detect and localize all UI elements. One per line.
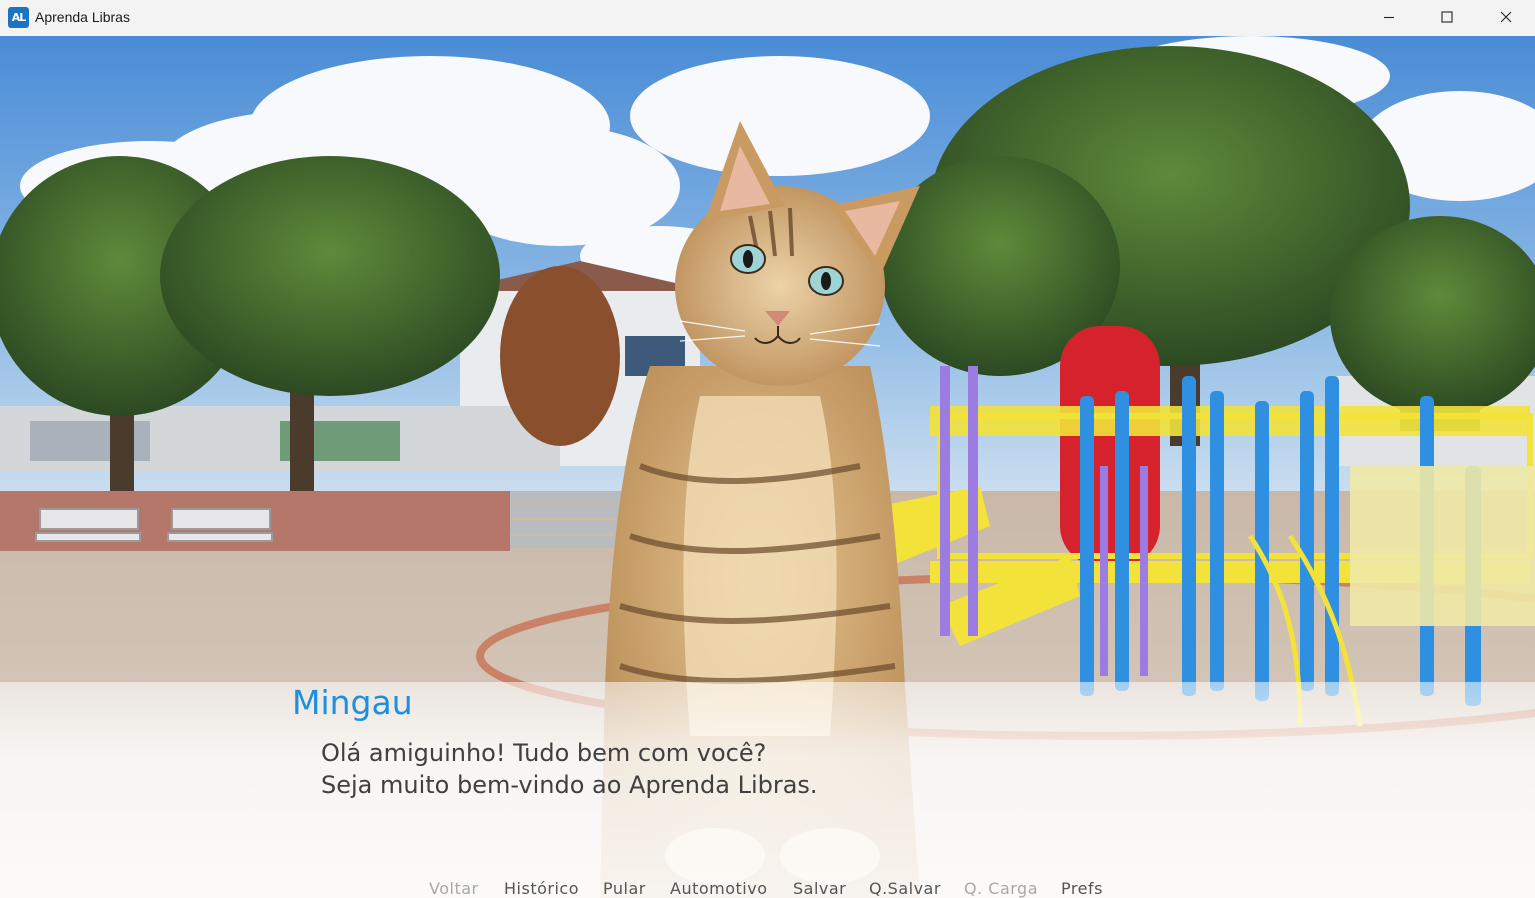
quick-menu-back[interactable]: Voltar bbox=[429, 879, 479, 898]
minimize-button[interactable] bbox=[1360, 0, 1418, 34]
minimize-icon bbox=[1384, 16, 1394, 19]
close-icon bbox=[1500, 11, 1512, 23]
quick-menu-prefs[interactable]: Prefs bbox=[1061, 879, 1103, 898]
dialogue-line-1: Olá amiguinho! Tudo bem com você? bbox=[321, 739, 767, 767]
window-title: Aprenda Libras bbox=[35, 9, 130, 25]
quick-menu-quick-save[interactable]: Q.Salvar bbox=[869, 879, 941, 898]
maximize-icon bbox=[1441, 11, 1453, 23]
app-logo-text: AL bbox=[11, 11, 26, 24]
quick-menu: Voltar Histórico Pular Automotivo Salvar… bbox=[0, 879, 1535, 898]
app-logo-icon: AL bbox=[8, 7, 29, 28]
close-button[interactable] bbox=[1477, 0, 1535, 34]
quick-menu-skip[interactable]: Pular bbox=[603, 879, 646, 898]
title-bar[interactable]: AL Aprenda Libras bbox=[0, 0, 1535, 36]
quick-menu-save[interactable]: Salvar bbox=[793, 879, 846, 898]
maximize-button[interactable] bbox=[1418, 0, 1476, 34]
game-window: AL Aprenda Libras Mingau Olá amiguinho! … bbox=[0, 0, 1535, 898]
speaker-name: Mingau bbox=[292, 683, 413, 722]
quick-menu-quick-load[interactable]: Q. Carga bbox=[964, 879, 1038, 898]
quick-menu-history[interactable]: Histórico bbox=[504, 879, 579, 898]
dialogue-line-2: Seja muito bem-vindo ao Aprenda Libras. bbox=[321, 771, 818, 799]
quick-menu-auto[interactable]: Automotivo bbox=[670, 879, 768, 898]
